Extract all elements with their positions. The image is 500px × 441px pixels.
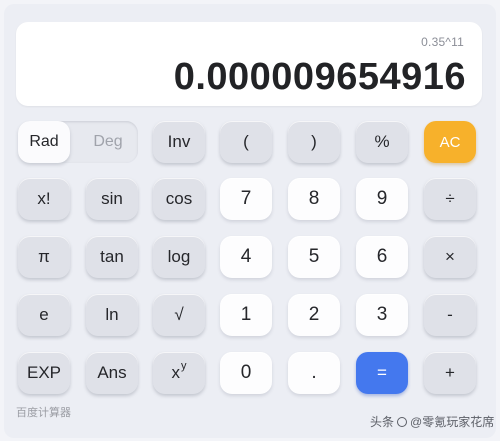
- digit-1-button[interactable]: 1: [220, 294, 272, 336]
- divide-button[interactable]: ÷: [424, 178, 476, 220]
- digit-9-button[interactable]: 9: [356, 178, 408, 220]
- expression-text: 0.35^11: [421, 35, 464, 49]
- percent-button[interactable]: %: [356, 121, 408, 163]
- all-clear-button[interactable]: AC: [424, 121, 476, 163]
- deg-button[interactable]: Deg: [78, 121, 138, 163]
- digit-0-button[interactable]: 0: [220, 352, 272, 394]
- decimal-point-button[interactable]: .: [288, 352, 340, 394]
- log-button[interactable]: log: [153, 236, 205, 278]
- digit-6-button[interactable]: 6: [356, 236, 408, 278]
- rad-button[interactable]: Rad: [18, 121, 70, 163]
- result-text: 0.000009654916: [173, 56, 466, 98]
- multiply-button[interactable]: ×: [424, 236, 476, 278]
- minus-button[interactable]: -: [424, 294, 476, 336]
- power-exponent-label: y: [181, 360, 187, 372]
- plus-button[interactable]: +: [424, 352, 476, 394]
- ans-button[interactable]: Ans: [86, 352, 138, 394]
- cos-button[interactable]: cos: [153, 178, 205, 220]
- left-paren-button[interactable]: (: [220, 121, 272, 163]
- app-caption: 百度计算器: [16, 407, 71, 419]
- inv-button[interactable]: Inv: [153, 121, 205, 163]
- digit-3-button[interactable]: 3: [356, 294, 408, 336]
- digit-5-button[interactable]: 5: [288, 236, 340, 278]
- digit-2-button[interactable]: 2: [288, 294, 340, 336]
- equals-button[interactable]: =: [356, 352, 408, 394]
- digit-4-button[interactable]: 4: [220, 236, 272, 278]
- watermark-prefix: 头条: [370, 415, 395, 429]
- calculator-display: 0.35^11 0.000009654916: [16, 22, 482, 106]
- watermark: 头条 @零氪玩家花席: [370, 413, 494, 430]
- at-icon: [397, 416, 408, 427]
- digit-7-button[interactable]: 7: [220, 178, 272, 220]
- factorial-button[interactable]: x!: [18, 178, 70, 220]
- angle-mode-toggle[interactable]: Rad Deg: [18, 121, 138, 163]
- watermark-handle: @零氪玩家花席: [410, 415, 495, 429]
- power-button[interactable]: xy: [153, 352, 205, 394]
- exp-button[interactable]: EXP: [18, 352, 70, 394]
- right-paren-button[interactable]: ): [288, 121, 340, 163]
- digit-8-button[interactable]: 8: [288, 178, 340, 220]
- sqrt-button[interactable]: √: [153, 294, 205, 336]
- ln-button[interactable]: ln: [86, 294, 138, 336]
- tan-button[interactable]: tan: [86, 236, 138, 278]
- sin-button[interactable]: sin: [86, 178, 138, 220]
- power-base-label: x: [171, 363, 181, 382]
- e-constant-button[interactable]: e: [18, 294, 70, 336]
- pi-button[interactable]: π: [18, 236, 70, 278]
